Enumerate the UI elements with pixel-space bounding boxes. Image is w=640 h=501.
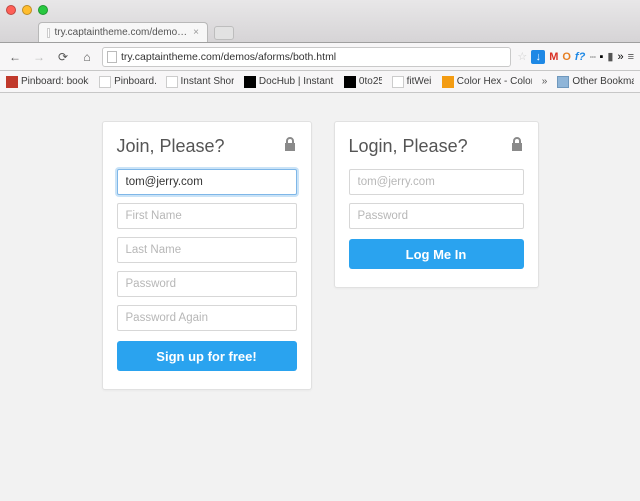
tab-close-icon[interactable]: × xyxy=(193,27,199,38)
login-title: Login, Please? xyxy=(349,136,468,157)
window-controls xyxy=(6,5,48,15)
login-password-input[interactable] xyxy=(349,203,524,229)
browser-chrome: try.captaintheme.com/demo… × xyxy=(0,0,640,43)
extension-dots-icon[interactable]: ∙∙∙ xyxy=(589,51,595,63)
window-close-button[interactable] xyxy=(6,5,16,15)
tab-strip: try.captaintheme.com/demo… × xyxy=(0,20,640,42)
toolbar-right-icons: ☆ ↓ M O f? ∙∙∙ ▪ ▮ » ≡ xyxy=(517,50,634,64)
join-password-input[interactable] xyxy=(117,271,297,297)
bookmark-label: 0to255 xyxy=(359,76,382,87)
browser-menu-icon[interactable]: ≡ xyxy=(628,51,634,63)
bookmarks-overflow-chevron-icon[interactable]: » xyxy=(542,76,548,87)
join-submit-button[interactable]: Sign up for free! xyxy=(117,341,297,371)
bookmark-item[interactable]: Pinboard: bookm… xyxy=(6,76,89,88)
bookmark-label: DocHub | Instant D… xyxy=(259,76,334,87)
bookmark-item[interactable]: Color Hex - ColorH… xyxy=(442,76,532,88)
tab-favicon xyxy=(47,28,50,38)
bookmark-label: Pinboard.in! xyxy=(114,76,155,87)
browser-tab[interactable]: try.captaintheme.com/demo… × xyxy=(38,22,208,42)
bookmark-favicon xyxy=(6,76,18,88)
browser-toolbar: ← → ⟳ ⌂ try.captaintheme.com/demos/aform… xyxy=(0,43,640,71)
download-icon[interactable]: ↓ xyxy=(531,50,545,64)
window-zoom-button[interactable] xyxy=(38,5,48,15)
extension-bar-icon[interactable]: ▮ xyxy=(607,50,613,63)
extension-f-icon[interactable]: f? xyxy=(575,51,585,63)
address-bar[interactable]: try.captaintheme.com/demos/aforms/both.h… xyxy=(102,47,511,67)
bookmark-favicon xyxy=(392,76,404,88)
join-card: Join, Please? Sign up for free! xyxy=(102,121,312,390)
new-tab-button[interactable] xyxy=(214,26,234,40)
join-last-name-input[interactable] xyxy=(117,237,297,263)
other-bookmarks-label: Other Bookmarks xyxy=(572,76,634,87)
bookmark-label: Color Hex - ColorH… xyxy=(457,76,532,87)
join-password-again-input[interactable] xyxy=(117,305,297,331)
join-first-name-input[interactable] xyxy=(117,203,297,229)
bookmark-star-icon[interactable]: ☆ xyxy=(517,50,527,63)
bookmark-favicon xyxy=(442,76,454,88)
window-titlebar xyxy=(0,0,640,20)
back-button[interactable]: ← xyxy=(6,48,24,66)
bookmark-label: fitWeird xyxy=(407,76,432,87)
bookmark-item[interactable]: DocHub | Instant D… xyxy=(244,76,334,88)
reload-button[interactable]: ⟳ xyxy=(54,48,72,66)
page-icon xyxy=(107,51,117,63)
login-email-input[interactable] xyxy=(349,169,524,195)
join-card-header: Join, Please? xyxy=(117,136,297,157)
login-card-header: Login, Please? xyxy=(349,136,524,157)
bookmark-item[interactable]: 0to255 xyxy=(344,76,382,88)
window-minimize-button[interactable] xyxy=(22,5,32,15)
folder-icon xyxy=(557,76,569,88)
login-card: Login, Please? Log Me In xyxy=(334,121,539,288)
bookmarks-bar: Pinboard: bookm… Pinboard.in! Instant Sh… xyxy=(0,71,640,93)
bookmark-item[interactable]: Instant Shorten xyxy=(166,76,234,88)
join-email-input[interactable] xyxy=(117,169,297,195)
lock-icon xyxy=(510,136,524,157)
bookmark-favicon xyxy=(344,76,356,88)
bookmark-favicon xyxy=(99,76,111,88)
bookmark-label: Pinboard: bookm… xyxy=(21,76,89,87)
extension-square-icon[interactable]: ▪ xyxy=(599,51,603,63)
bookmark-label: Instant Shorten xyxy=(181,76,234,87)
overflow-chevron-icon[interactable]: » xyxy=(617,51,623,63)
address-bar-url: try.captaintheme.com/demos/aforms/both.h… xyxy=(121,51,336,63)
login-submit-button[interactable]: Log Me In xyxy=(349,239,524,269)
other-bookmarks-folder[interactable]: Other Bookmarks xyxy=(557,76,634,88)
tab-title: try.captaintheme.com/demo… xyxy=(55,27,188,38)
bookmark-favicon xyxy=(166,76,178,88)
bookmark-item[interactable]: Pinboard.in! xyxy=(99,76,155,88)
bookmark-item[interactable]: fitWeird xyxy=(392,76,432,88)
extension-o-icon[interactable]: O xyxy=(562,51,571,63)
gmail-icon[interactable]: M xyxy=(549,51,558,63)
join-title: Join, Please? xyxy=(117,136,225,157)
home-button[interactable]: ⌂ xyxy=(78,48,96,66)
forward-button[interactable]: → xyxy=(30,48,48,66)
lock-icon xyxy=(283,136,297,157)
bookmark-favicon xyxy=(244,76,256,88)
page-content: Join, Please? Sign up for free! Login, P… xyxy=(0,93,640,501)
